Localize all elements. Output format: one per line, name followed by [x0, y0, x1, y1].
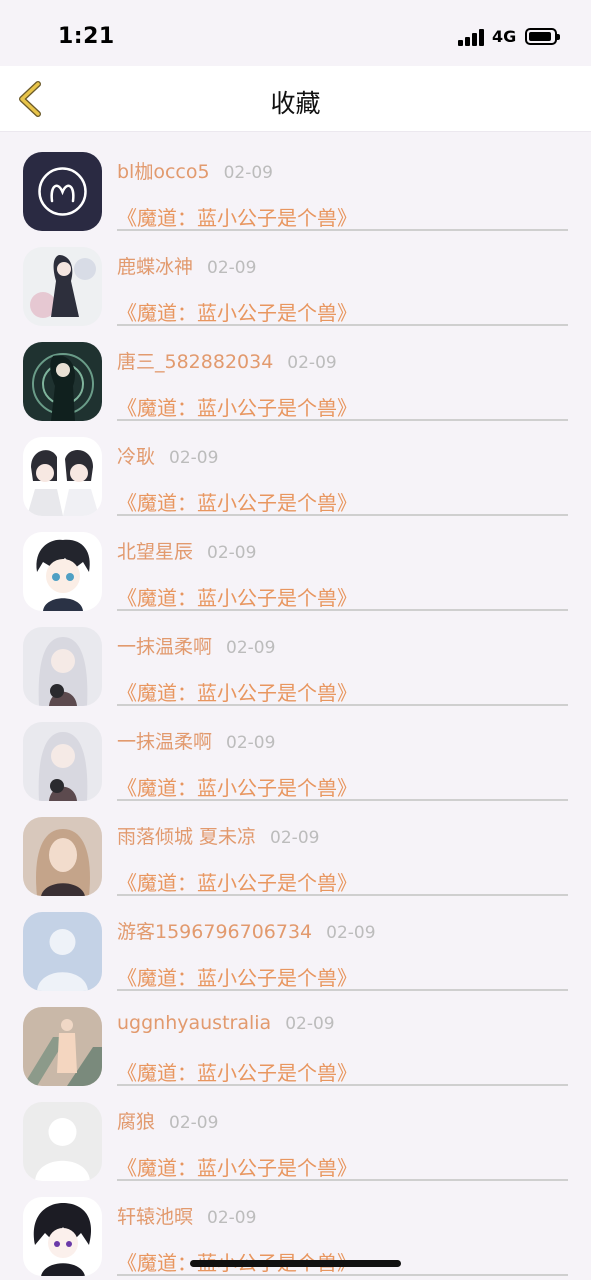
white-hair-girl-avatar[interactable]	[23, 627, 102, 706]
list-item[interactable]: 唐三_582882034 02-09 《魔道：蓝小公子是个兽》	[0, 322, 591, 421]
item-header: 雨落倾城 夏未凉 02-09	[117, 822, 319, 849]
item-date: 02-09	[207, 258, 257, 278]
item-header: 冷耿 02-09	[117, 442, 218, 469]
white-hair-girl-avatar[interactable]	[23, 722, 102, 801]
item-date: 02-09	[169, 1113, 219, 1133]
anime-dark-boy-avatar[interactable]	[23, 1197, 102, 1276]
list-item[interactable]: uggnhyaustralia 02-09 《魔道：蓝小公子是个兽》	[0, 987, 591, 1086]
item-header: 游客1596796706734 02-09	[117, 917, 376, 944]
item-date: 02-09	[226, 638, 276, 658]
grey-user-avatar[interactable]	[23, 1102, 102, 1181]
network-type: 4G	[492, 27, 517, 46]
user-name[interactable]: 一抹温柔啊	[117, 636, 212, 658]
user-name[interactable]: 冷耿	[117, 446, 155, 468]
user-name[interactable]: 北望星辰	[117, 541, 193, 563]
user-name[interactable]: 雨落倾城 夏未凉	[117, 826, 256, 848]
item-header: 鹿蝶冰神 02-09	[117, 252, 256, 279]
list-item[interactable]: 雨落倾城 夏未凉 02-09 《魔道：蓝小公子是个兽》	[0, 797, 591, 896]
anime-couple-avatar[interactable]	[23, 437, 102, 516]
list-item[interactable]: 北望星辰 02-09 《魔道：蓝小公子是个兽》	[0, 512, 591, 611]
cellular-signal-icon	[458, 28, 486, 46]
user-name[interactable]: 轩辕池暝	[117, 1206, 193, 1228]
divider	[117, 1274, 568, 1276]
list-item[interactable]: 鹿蝶冰神 02-09 《魔道：蓝小公子是个兽》	[0, 227, 591, 326]
item-header: 一抹温柔啊 02-09	[117, 727, 275, 754]
list-item[interactable]: 冷耿 02-09 《魔道：蓝小公子是个兽》	[0, 417, 591, 516]
list-item[interactable]: 游客1596796706734 02-09 《魔道：蓝小公子是个兽》	[0, 892, 591, 991]
user-name[interactable]: 腐狼	[117, 1111, 155, 1133]
item-date: 02-09	[226, 733, 276, 753]
item-header: 轩辕池暝 02-09	[117, 1202, 256, 1229]
item-header: 唐三_582882034 02-09	[117, 347, 337, 374]
item-header: bl枷occo5 02-09	[117, 157, 273, 184]
photo-girl-avatar[interactable]	[23, 817, 102, 896]
item-date: 02-09	[207, 543, 257, 563]
home-indicator	[190, 1260, 401, 1267]
escalator-photo-avatar[interactable]	[23, 1007, 102, 1086]
user-name[interactable]: 一抹温柔啊	[117, 731, 212, 753]
item-header: uggnhyaustralia 02-09	[117, 1012, 335, 1034]
item-date: 02-09	[285, 1014, 335, 1034]
user-name[interactable]: bl枷occo5	[117, 161, 210, 183]
item-header: 北望星辰 02-09	[117, 537, 256, 564]
status-time: 1:21	[58, 24, 115, 49]
item-date: 02-09	[287, 353, 337, 373]
item-date: 02-09	[270, 828, 320, 848]
aries-icon[interactable]	[23, 152, 102, 231]
list-item[interactable]: 一抹温柔啊 02-09 《魔道：蓝小公子是个兽》	[0, 702, 591, 801]
anime-girl-avatar[interactable]	[23, 247, 102, 326]
list-item[interactable]: 轩辕池暝02-09《魔道：蓝小公子是个兽》	[0, 1177, 591, 1276]
status-bar: 1:21 4G	[0, 0, 591, 66]
item-header: 一抹温柔啊 02-09	[117, 632, 275, 659]
item-date: 02-09	[207, 1208, 257, 1228]
anime-portrait-avatar[interactable]	[23, 342, 102, 421]
nav-bar: 收藏	[0, 66, 591, 132]
item-header: 腐狼 02-09	[117, 1107, 218, 1134]
default-user-avatar[interactable]	[23, 912, 102, 991]
item-date: 02-09	[223, 163, 273, 183]
anime-boy-avatar[interactable]	[23, 532, 102, 611]
page-title: 收藏	[270, 89, 321, 118]
list-item[interactable]: bl枷occo5 02-09 《魔道：蓝小公子是个兽》	[0, 132, 591, 231]
battery-icon	[525, 28, 560, 45]
item-date: 02-09	[326, 923, 376, 943]
list-item[interactable]: 腐狼 02-09 《魔道：蓝小公子是个兽》	[0, 1082, 591, 1181]
item-date: 02-09	[169, 448, 219, 468]
user-name[interactable]: uggnhyaustralia	[117, 1012, 271, 1034]
favorites-list: bl枷occo5 02-09 《魔道：蓝小公子是个兽》 鹿蝶冰神 02-09 《魔道：蓝小…	[0, 132, 591, 1280]
user-name[interactable]: 唐三_582882034	[117, 351, 273, 373]
list-item[interactable]: 一抹温柔啊 02-09 《魔道：蓝小公子是个兽》	[0, 607, 591, 706]
user-name[interactable]: 游客1596796706734	[117, 921, 312, 943]
user-name[interactable]: 鹿蝶冰神	[117, 256, 193, 278]
